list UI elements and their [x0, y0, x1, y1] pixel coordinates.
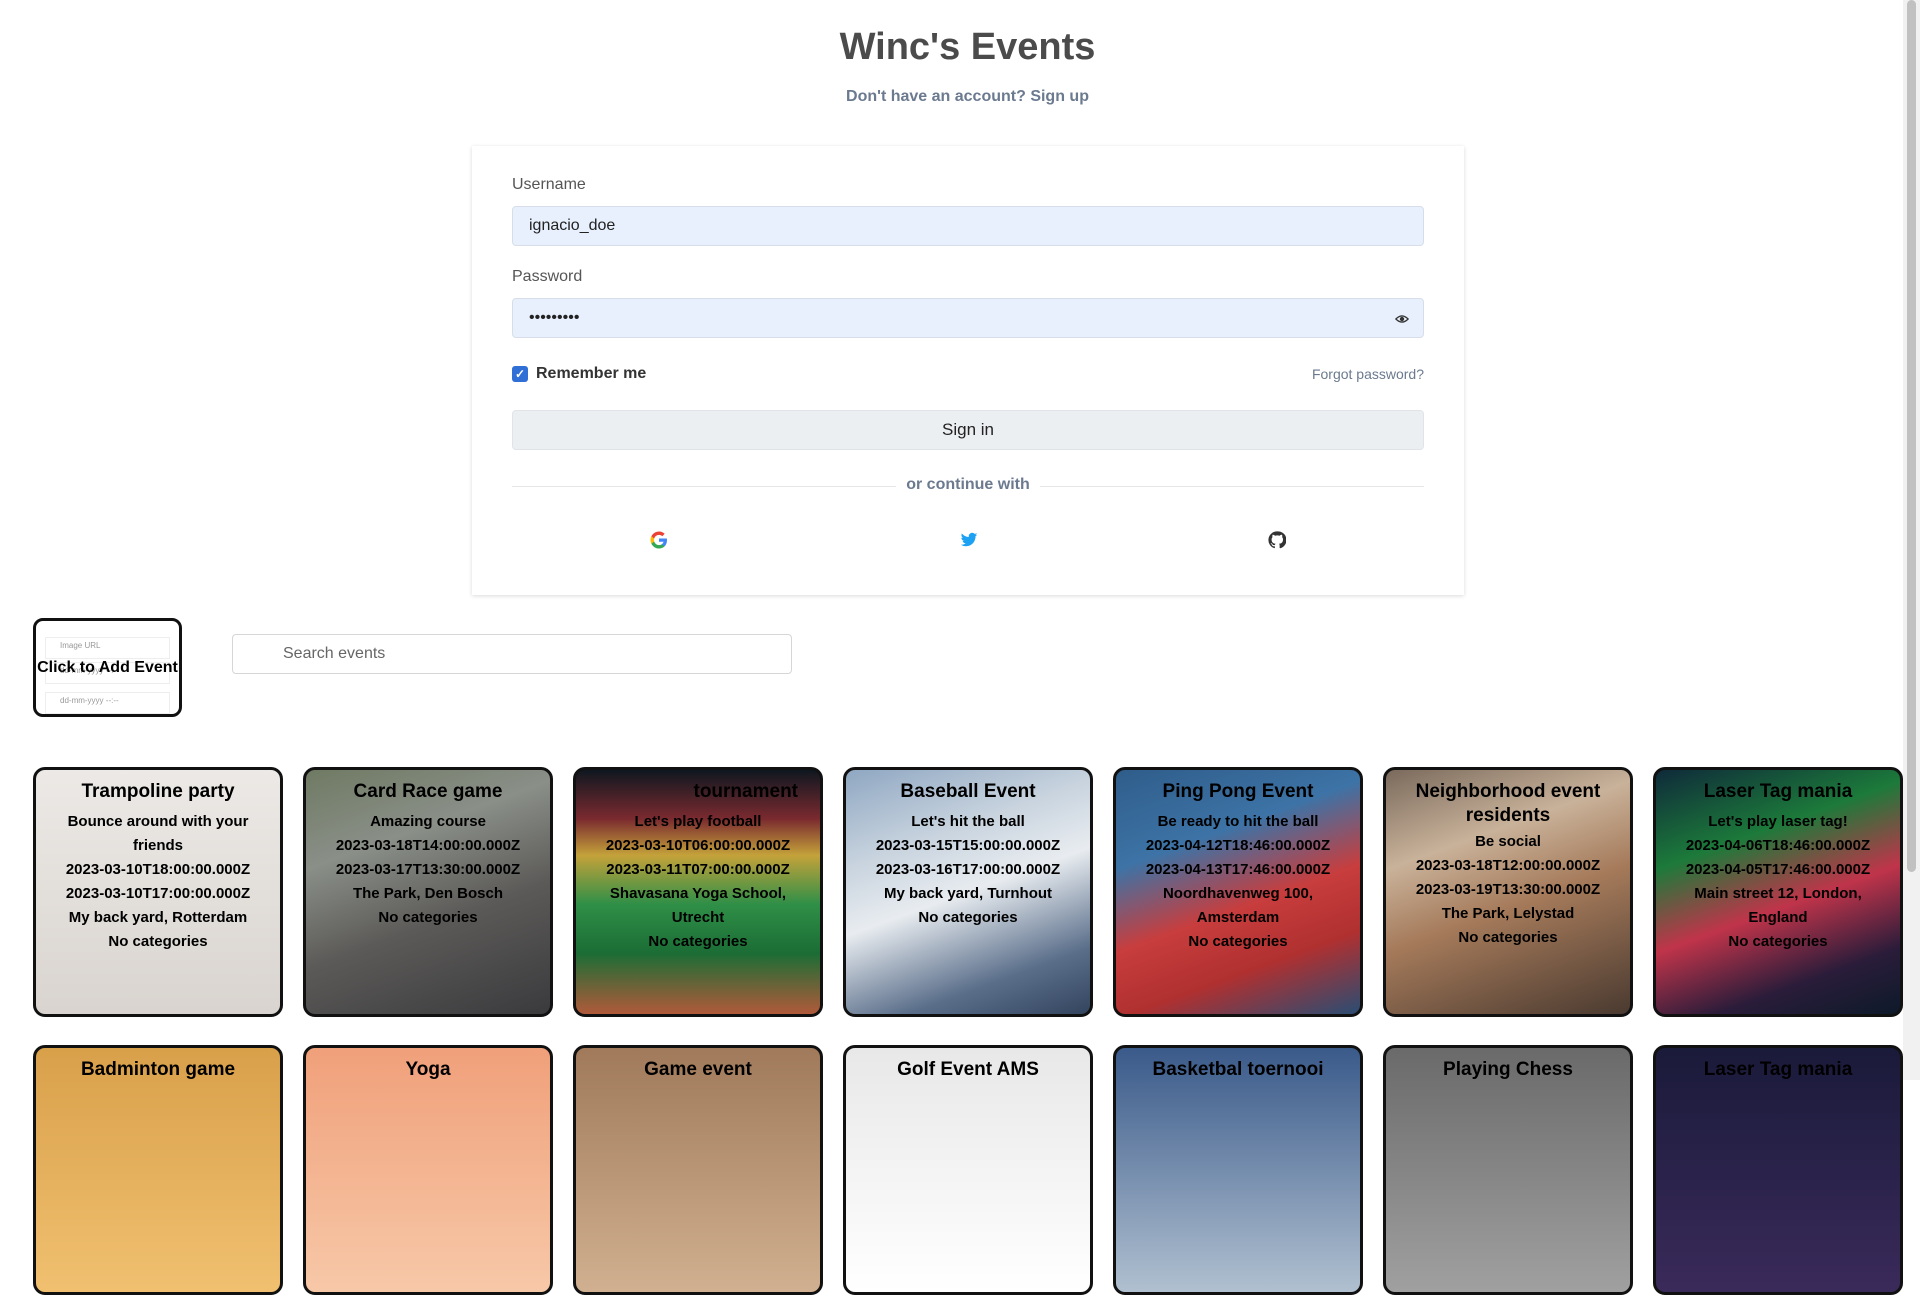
event-description: Be ready to hit the ball — [1157, 813, 1319, 830]
ghost-image-field: Image URL — [45, 637, 170, 659]
event-categories: No categories — [1458, 929, 1558, 946]
event-name: Laser Tag mania — [1703, 1059, 1853, 1080]
password-value: ••••••••• — [529, 309, 580, 326]
event-name: Basketbal toernooi — [1152, 1059, 1324, 1080]
event-start: 2023-04-12T18:46:00.000Z — [1145, 837, 1331, 854]
search-input[interactable]: Search events — [232, 634, 792, 674]
event-end: 2023-04-05T17:46:00.000Z — [1685, 861, 1871, 878]
event-name: Playing Chess — [1443, 1059, 1573, 1080]
event-card[interactable]: Golf Event AMS — [843, 1045, 1093, 1295]
page-scrollbar[interactable] — [1903, 0, 1920, 1080]
event-description: Let's play football — [634, 813, 762, 830]
event-categories: No categories — [918, 909, 1018, 926]
event-name: Card Race game — [353, 781, 503, 802]
event-name: Laser Tag mania — [1703, 781, 1853, 802]
event-card[interactable]: Baseball Event Let's hit the ball 2023-0… — [843, 767, 1093, 1017]
event-end: 2023-03-19T13:30:00.000Z — [1415, 881, 1601, 898]
event-description: Be social — [1475, 833, 1541, 850]
event-name: Game event — [644, 1059, 752, 1080]
event-location: My back yard, Rotterdam — [68, 909, 248, 926]
page-title: Winc's Events — [839, 26, 1096, 68]
event-description: Bounce around with your friends — [67, 813, 249, 854]
scrollbar-thumb[interactable] — [1907, 0, 1916, 872]
event-card[interactable]: Laser Tag mania Let's play laser tag! 20… — [1653, 767, 1903, 1017]
event-card[interactable]: Trampoline party Bounce around with your… — [33, 767, 283, 1017]
event-card[interactable]: Neighborhood event residents Be social 2… — [1383, 767, 1633, 1017]
event-location: Noordhavenweg 100, Amsterdam — [1162, 885, 1314, 926]
event-start: 2023-03-18T14:00:00.000Z — [335, 837, 521, 854]
event-location: Main street 12, London, England — [1694, 885, 1862, 926]
event-categories: No categories — [1188, 933, 1288, 950]
event-card[interactable]: Ping Pong Event Be ready to hit the ball… — [1113, 767, 1363, 1017]
event-location: My back yard, Turnhout — [883, 885, 1053, 902]
signup-prompt-text: Don't have an account? — [846, 88, 1026, 105]
eye-icon[interactable] — [1395, 312, 1409, 326]
event-name: Badminton game — [80, 1059, 236, 1080]
remember-me[interactable]: ✓ Remember me — [512, 365, 646, 383]
event-card[interactable]: Game event — [573, 1045, 823, 1295]
forgot-password-link[interactable]: Forgot password? — [1312, 366, 1424, 382]
event-categories: No categories — [108, 933, 208, 950]
event-name: Yoga — [405, 1059, 451, 1080]
signup-link[interactable]: Sign up — [1030, 88, 1089, 105]
event-card[interactable]: Laser Tag mania — [1653, 1045, 1903, 1295]
username-input[interactable]: ignacio_doe — [512, 206, 1424, 246]
add-event-label: Click to Add Event — [37, 659, 178, 676]
event-start: 2023-03-15T15:00:00.000Z — [875, 837, 1061, 854]
event-card[interactable]: tournament Let's play football 2023-03-1… — [573, 767, 823, 1017]
event-card[interactable]: Playing Chess — [1383, 1045, 1633, 1295]
event-name: Baseball Event — [900, 781, 1036, 802]
event-name: Ping Pong Event — [1162, 781, 1314, 802]
event-grid: Trampoline party Bounce around with your… — [33, 767, 1903, 1295]
event-location: The Park, Den Bosch — [352, 885, 504, 902]
event-card[interactable]: Badminton game — [33, 1045, 283, 1295]
event-description: Amazing course — [370, 813, 486, 830]
signup-prompt: Don't have an account? Sign up — [0, 88, 1920, 106]
signin-button[interactable]: Sign in — [512, 410, 1424, 450]
login-form: Username ignacio_doe Password ••••••••• … — [472, 146, 1464, 595]
event-name: tournament — [693, 781, 799, 802]
twitter-icon[interactable] — [960, 531, 978, 549]
event-location: Shavasana Yoga School, Utrecht — [609, 885, 787, 926]
event-name: Trampoline party — [81, 781, 235, 802]
event-end: 2023-03-17T13:30:00.000Z — [335, 861, 521, 878]
event-location: The Park, Lelystad — [1441, 905, 1575, 922]
event-card[interactable]: Card Race game Amazing course 2023-03-18… — [303, 767, 553, 1017]
event-name: Golf Event AMS — [897, 1059, 1039, 1080]
password-label: Password — [512, 268, 583, 285]
google-icon[interactable] — [650, 531, 668, 549]
event-categories: No categories — [1728, 933, 1828, 950]
remember-checkbox[interactable]: ✓ — [512, 366, 528, 382]
remember-label: Remember me — [536, 365, 647, 382]
event-name: Neighborhood event residents — [1415, 781, 1601, 826]
event-start: 2023-04-06T18:46:00.000Z — [1685, 837, 1871, 854]
event-end: 2023-04-13T17:46:00.000Z — [1145, 861, 1331, 878]
event-categories: No categories — [648, 933, 748, 950]
ghost-date-field-2: dd-mm-yyyy --:-- — [45, 692, 170, 714]
event-start: 2023-03-10T18:00:00.000Z — [65, 861, 251, 878]
event-categories: No categories — [378, 909, 478, 926]
add-event-button[interactable]: Image URL dd-mm-yyyy --:-- dd-mm-yyyy --… — [33, 618, 182, 717]
event-end: 2023-03-16T17:00:00.000Z — [875, 861, 1061, 878]
event-card[interactable]: Yoga — [303, 1045, 553, 1295]
event-card[interactable]: Basketbal toernooi — [1113, 1045, 1363, 1295]
github-icon[interactable] — [1268, 531, 1286, 549]
event-description: Let's hit the ball — [911, 813, 1025, 830]
divider-text: or continue with — [896, 476, 1040, 493]
event-start: 2023-03-10T06:00:00.000Z — [605, 837, 791, 854]
event-description: Let's play laser tag! — [1708, 813, 1848, 830]
event-start: 2023-03-18T12:00:00.000Z — [1415, 857, 1601, 874]
event-end: 2023-03-10T17:00:00.000Z — [65, 885, 251, 902]
username-label: Username — [512, 176, 586, 193]
divider-label: or continue with — [472, 476, 1464, 494]
password-input[interactable]: ••••••••• — [512, 298, 1424, 338]
event-end: 2023-03-11T07:00:00.000Z — [606, 861, 790, 878]
